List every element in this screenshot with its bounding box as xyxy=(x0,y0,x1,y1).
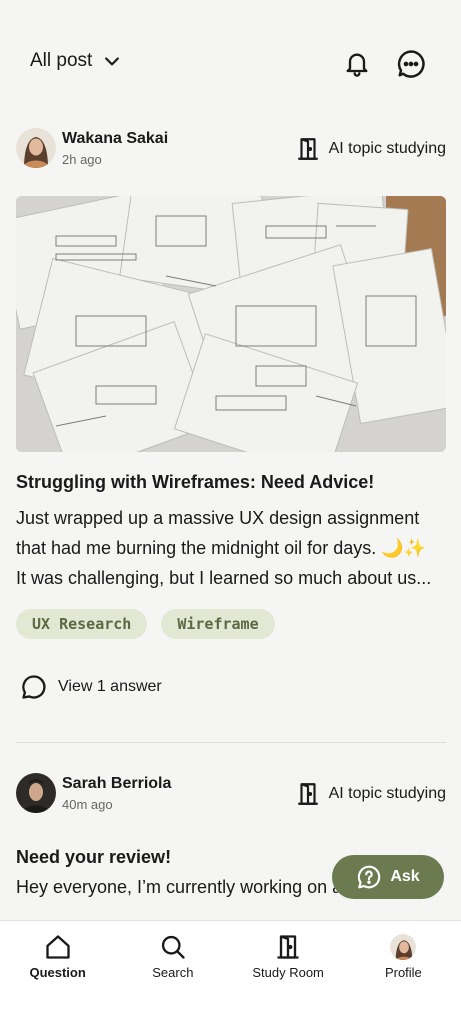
tag-ux-research[interactable]: UX Research xyxy=(16,609,148,639)
study-room-link[interactable]: AI topic studying xyxy=(295,136,446,162)
study-room-link[interactable]: AI topic studying xyxy=(295,781,446,807)
post-title[interactable]: Struggling with Wireframes: Need Advice! xyxy=(16,472,446,493)
home-icon xyxy=(45,935,70,959)
nav-search[interactable]: Search xyxy=(115,921,230,1024)
door-icon xyxy=(277,935,299,959)
answers-label: View 1 answer xyxy=(58,678,162,695)
author-name[interactable]: Sarah Berriola xyxy=(62,775,171,793)
nav-label: Profile xyxy=(384,965,422,980)
tag-list: UX Research Wireframe xyxy=(16,609,446,639)
bell-icon xyxy=(346,53,368,77)
post-card[interactable]: Wakana Sakai 2h ago AI topic studying St… xyxy=(16,126,446,701)
post-divider xyxy=(16,742,446,743)
room-label: AI topic studying xyxy=(328,785,446,802)
author-name[interactable]: Wakana Sakai xyxy=(62,130,168,148)
nav-label: Study Room xyxy=(252,965,324,980)
chat-bubble-icon xyxy=(397,50,425,78)
comment-icon xyxy=(22,675,46,699)
post-body-line: that had me burning the midnight oil for… xyxy=(16,538,427,558)
room-label: AI topic studying xyxy=(328,140,446,157)
nav-label: Search xyxy=(152,965,194,980)
nav-question[interactable]: Question xyxy=(0,921,115,1024)
top-bar: All post xyxy=(0,0,461,120)
chevron-down-icon xyxy=(105,57,120,66)
tag-wireframe[interactable]: Wireframe xyxy=(161,609,275,639)
notifications-button[interactable] xyxy=(341,48,373,80)
bottom-nav: Question Search Study Room Profile xyxy=(0,920,461,1024)
post-body-line: It was challenging, but I learned so muc… xyxy=(16,568,432,588)
nav-label: Question xyxy=(29,965,86,980)
post-header: Wakana Sakai 2h ago AI topic studying xyxy=(16,126,446,170)
post-image[interactable] xyxy=(16,196,446,452)
nav-profile[interactable]: Profile xyxy=(346,921,461,1024)
post-body[interactable]: Just wrapped up a massive UX design assi… xyxy=(16,503,446,593)
view-answers-link[interactable]: View 1 answer xyxy=(20,673,446,701)
messages-button[interactable] xyxy=(395,48,427,80)
post-header: Sarah Berriola 40m ago AI topic studying xyxy=(16,771,446,815)
avatar xyxy=(390,934,417,960)
ask-button[interactable]: Ask xyxy=(332,855,444,899)
door-icon xyxy=(297,138,318,160)
post-filter-dropdown[interactable]: All post xyxy=(30,50,122,72)
avatar[interactable] xyxy=(16,773,56,813)
avatar[interactable] xyxy=(16,128,56,168)
post-time: 40m ago xyxy=(62,797,113,812)
search-icon xyxy=(161,935,185,959)
ask-label: Ask xyxy=(390,868,420,885)
post-body-line: Just wrapped up a massive UX design assi… xyxy=(16,508,420,528)
filter-label: All post xyxy=(30,50,93,71)
door-icon xyxy=(297,783,318,805)
nav-study-room[interactable]: Study Room xyxy=(231,921,346,1024)
question-bubble-icon xyxy=(358,865,381,889)
post-time: 2h ago xyxy=(62,152,102,167)
